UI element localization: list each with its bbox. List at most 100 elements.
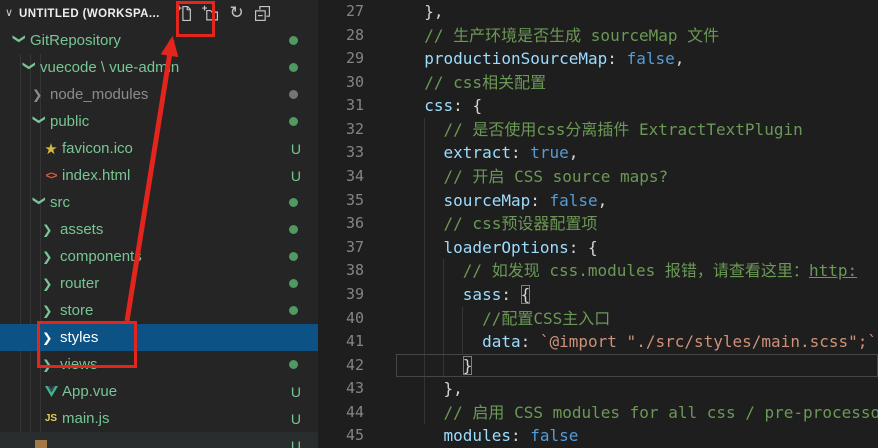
code-editor[interactable]: 27}, 28// 生产环境是否生成 sourceMap 文件 29 producti…: [318, 0, 878, 448]
line-number[interactable]: 39: [318, 283, 364, 307]
code-text[interactable]: // 开启 CSS source maps?: [364, 165, 878, 189]
file-tree: ❯ GitRepository ❯ vuecode \ vue-admin ❯ node_…: [0, 27, 318, 448]
tree-item-app-vue[interactable]: App.vue U: [0, 378, 318, 405]
collapse-all-button[interactable]: [250, 2, 276, 26]
chevron-expanded-icon: ❯: [12, 33, 27, 44]
git-untracked-badge: U: [290, 410, 301, 427]
code-text[interactable]: }: [364, 354, 878, 378]
line-number[interactable]: 28: [318, 24, 364, 48]
line-number[interactable]: 36: [318, 212, 364, 236]
line-number[interactable]: 27: [318, 0, 364, 24]
line-number[interactable]: 35: [318, 189, 364, 213]
line-number[interactable]: 38: [318, 259, 364, 283]
code-text[interactable]: data: `@import "./src/styles/main.scss";…: [364, 330, 878, 354]
line-number[interactable]: 44: [318, 401, 364, 425]
tree-item-router[interactable]: ❯ router: [0, 270, 318, 297]
tree-item-label: components: [60, 248, 142, 265]
token-punct: : {: [453, 96, 483, 116]
token-punct: :: [501, 284, 521, 304]
code-text[interactable]: modules: false: [364, 424, 878, 448]
code-text[interactable]: sass: {: [364, 283, 878, 307]
chevron-collapsed-icon: ❯: [42, 331, 53, 345]
tree-item-styles[interactable]: ❯ styles: [0, 324, 318, 351]
token-comment: // 启用 CSS modules for all css / pre-proc…: [443, 402, 878, 422]
refresh-button[interactable]: ↻: [224, 2, 250, 26]
line-number[interactable]: 37: [318, 236, 364, 260]
tree-item-favicon-ico[interactable]: ★ favicon.ico U: [0, 135, 318, 162]
chevron-collapsed-icon: ❯: [42, 277, 53, 291]
code-text[interactable]: sourceMap: false,: [364, 189, 878, 213]
code-line-44: 44 // 启用 CSS modules for all css / pre-pr…: [318, 401, 878, 425]
file-icon: [32, 439, 50, 448]
token-key: extract: [443, 143, 511, 163]
git-modified-dot: [289, 117, 298, 126]
code-line-36: 36 // css预设器配置项: [318, 212, 878, 236]
code-text[interactable]: // css预设器配置项: [364, 212, 878, 236]
token-bool: true: [530, 143, 569, 163]
new-folder-button[interactable]: [198, 2, 224, 26]
tree-item-label: public: [50, 113, 90, 130]
code-line-27: 27},: [318, 0, 878, 24]
line-number[interactable]: 41: [318, 330, 364, 354]
code-text[interactable]: productionSourceMap: false,: [364, 47, 878, 71]
tree-item-node-modules[interactable]: ❯ node_modules: [0, 81, 318, 108]
token-key: productionSourceMap: [424, 49, 608, 69]
git-untracked-badge: U: [290, 383, 301, 400]
token-key: css: [424, 96, 454, 116]
tree-item-label: styles: [60, 329, 99, 346]
code-text[interactable]: },: [364, 0, 878, 24]
code-text[interactable]: // 生产环境是否生成 sourceMap 文件: [364, 24, 878, 48]
vscode-window: ∨ UNTITLED (WORKSPA... ↻ ❯ GitRepository…: [0, 0, 878, 448]
git-modified-dot: [289, 279, 298, 288]
code-text[interactable]: // css相关配置: [364, 71, 878, 95]
code-line-31: 31 css: {: [318, 94, 878, 118]
token-punct: ,: [674, 49, 685, 69]
line-number[interactable]: 43: [318, 377, 364, 401]
token-bool: false: [626, 49, 675, 69]
new-file-icon: [176, 5, 192, 21]
chevron-expanded-icon: ❯: [32, 114, 47, 125]
code-text[interactable]: extract: true,: [364, 141, 878, 165]
line-number[interactable]: 30: [318, 71, 364, 95]
chevron-expanded-icon: ❯: [32, 195, 47, 206]
tree-item-main-js[interactable]: JS main.js U: [0, 405, 318, 432]
line-number[interactable]: 29: [318, 47, 364, 71]
tree-item-views[interactable]: ❯ views: [0, 351, 318, 378]
tree-item-gitrepository[interactable]: ❯ GitRepository: [0, 27, 318, 54]
line-number[interactable]: 45: [318, 424, 364, 448]
git-modified-dot: [289, 360, 298, 369]
tree-item-vuecode-vue-admin[interactable]: ❯ vuecode \ vue-admin: [0, 54, 318, 81]
new-file-button[interactable]: [172, 2, 198, 26]
token-comment-link: http:: [808, 261, 858, 281]
code-text[interactable]: },: [364, 377, 878, 401]
git-modified-dot: [289, 63, 298, 72]
tree-item-src[interactable]: ❯ src: [0, 189, 318, 216]
tree-item-public[interactable]: ❯ public: [0, 108, 318, 135]
code-line-35: 35 sourceMap: false,: [318, 189, 878, 213]
token-comment: // css预设器配置项: [443, 214, 598, 234]
code-line-34: 34 // 开启 CSS source maps?: [318, 165, 878, 189]
code-text[interactable]: //配置CSS主入口: [364, 307, 878, 331]
token-bool: false: [549, 190, 598, 210]
tree-item-components[interactable]: ❯ components: [0, 243, 318, 270]
line-number[interactable]: 31: [318, 94, 364, 118]
tree-item-assets[interactable]: ❯ assets: [0, 216, 318, 243]
line-number[interactable]: 32: [318, 118, 364, 142]
code-text[interactable]: loaderOptions: {: [364, 236, 878, 260]
chevron-collapsed-icon: ❯: [42, 304, 53, 318]
token-comment: // 是否使用css分离插件 ExtractTextPlugin: [443, 119, 803, 139]
code-text[interactable]: // 是否使用css分离插件 ExtractTextPlugin: [364, 118, 878, 142]
chevron-collapsed-icon: ❯: [42, 250, 53, 264]
code-text[interactable]: // 如发现 css.modules 报错，请查看这里：http:: [364, 259, 878, 283]
code-text[interactable]: css: {: [364, 94, 878, 118]
line-number[interactable]: 33: [318, 141, 364, 165]
tree-item-store[interactable]: ❯ store: [0, 297, 318, 324]
code-text[interactable]: // 启用 CSS modules for all css / pre-proc…: [364, 401, 878, 425]
tree-item-index-html[interactable]: <> index.html U: [0, 162, 318, 189]
line-number[interactable]: 42: [318, 354, 364, 378]
tree-item-partial[interactable]: U: [0, 432, 318, 448]
vue-icon: [42, 386, 60, 397]
line-number[interactable]: 40: [318, 307, 364, 331]
line-number[interactable]: 34: [318, 165, 364, 189]
explorer-section-header[interactable]: ∨ UNTITLED (WORKSPA... ↻: [0, 0, 318, 27]
